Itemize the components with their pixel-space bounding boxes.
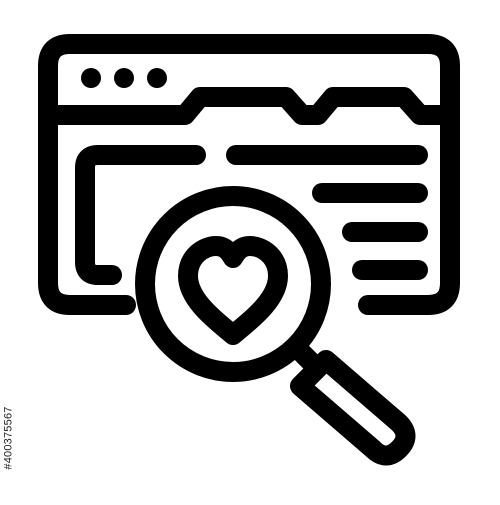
window-dot-icon: [81, 68, 101, 88]
heart-icon: [178, 236, 288, 345]
icon-svg: [38, 34, 460, 466]
stock-id-text: #400375567: [3, 406, 15, 470]
window-dot-icon: [114, 68, 134, 88]
magnifier-handle-icon: [290, 350, 416, 466]
stock-id-label: #400375567: [2, 388, 16, 488]
window-dot-icon: [147, 68, 167, 88]
browser-tabs-icon: [42, 87, 456, 125]
search-favorite-website-icon: [0, 0, 500, 500]
magnifier-neck-icon: [287, 338, 322, 373]
